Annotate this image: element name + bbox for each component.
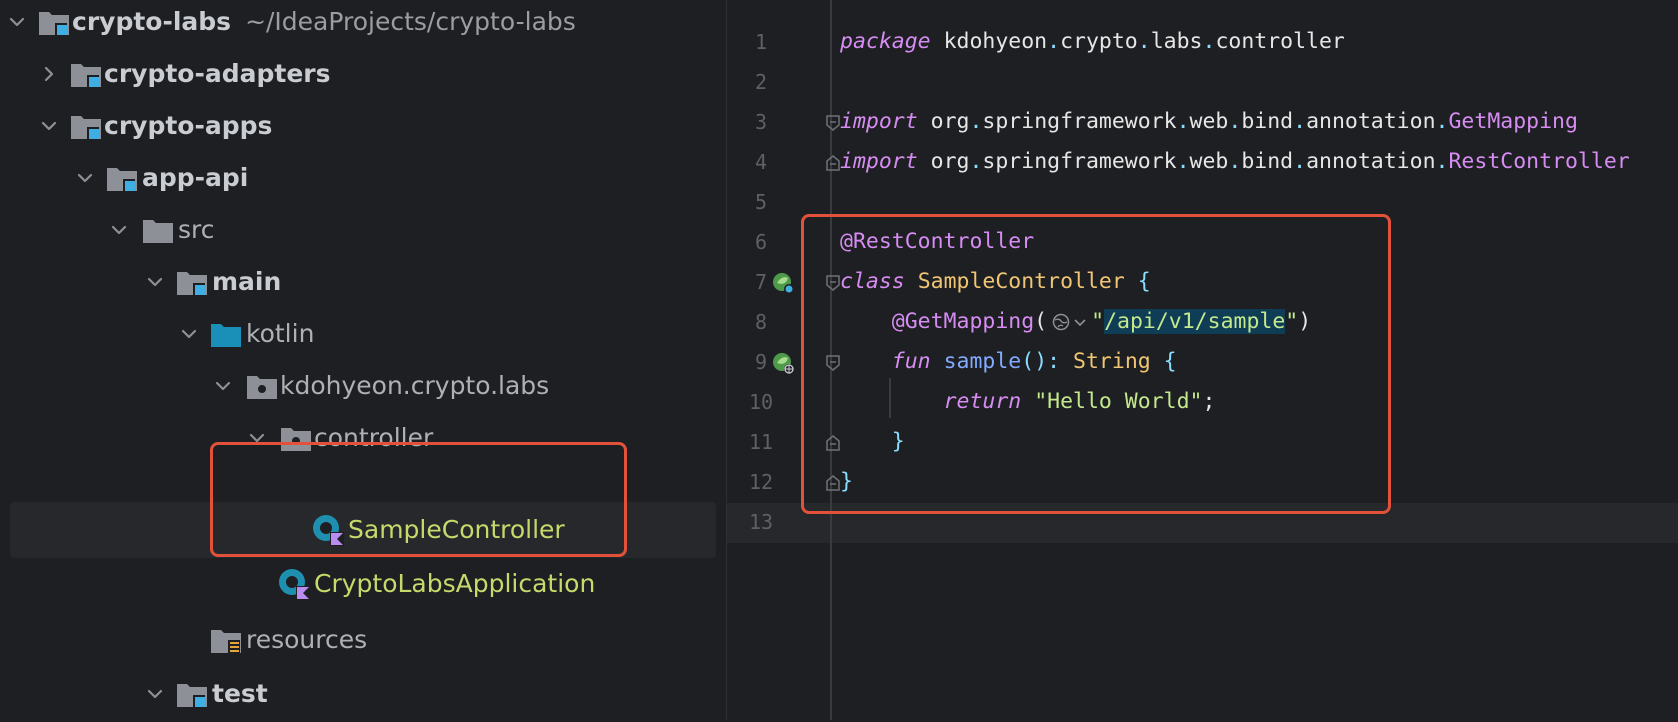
tree-label: src [178, 215, 215, 244]
chevron-down-icon[interactable] [74, 167, 96, 189]
line-number: 11 [748, 430, 774, 454]
chevron-down-icon[interactable] [108, 219, 130, 241]
import-class: RestController [1448, 149, 1630, 174]
fold-open-icon[interactable] [825, 114, 841, 132]
line-number: 10 [748, 390, 774, 414]
module-folder-icon [68, 108, 104, 144]
tree-row-test[interactable]: test [0, 666, 726, 722]
project-tree-panel: crypto-labs ~/IdeaProjects/crypto-labs cr… [0, 0, 726, 720]
tree-label: resources [246, 625, 368, 654]
code-line-1[interactable]: package kdohyeon.crypto.labs.controller [840, 22, 1345, 62]
import-segment: org [930, 109, 970, 134]
module-folder-icon [68, 56, 104, 92]
import-segment: org [930, 149, 970, 174]
package-segment: crypto [1060, 29, 1138, 54]
line-number: 2 [754, 70, 768, 94]
line-number: 1 [754, 30, 768, 54]
tree-label: app-api [142, 163, 249, 192]
tree-label: main [212, 267, 282, 296]
import-class: GetMapping [1448, 109, 1578, 134]
tree-row-crypto-apps[interactable]: crypto-apps [0, 98, 726, 154]
chevron-down-icon[interactable] [212, 375, 234, 397]
import-segment: annotation [1306, 109, 1436, 134]
tree-row-crypto-adapters[interactable]: crypto-adapters [0, 46, 726, 102]
project-path: ~/IdeaProjects/crypto-labs [245, 7, 576, 36]
resources-folder-icon [208, 622, 244, 658]
module-folder-icon [36, 4, 72, 40]
import-segment: web [1189, 149, 1229, 174]
keyword: import [840, 109, 918, 134]
web-endpoint-gutter-icon[interactable] [771, 351, 795, 375]
tree-row-main[interactable]: main [0, 254, 726, 310]
code-highlight-box [801, 214, 1391, 514]
tree-row-package-root[interactable]: kdohyeon.crypto.labs [0, 358, 726, 414]
chevron-down-icon[interactable] [144, 683, 166, 705]
chevron-down-icon[interactable] [178, 323, 200, 345]
chevron-right-icon[interactable] [38, 63, 60, 85]
tree-row-crypto-labs[interactable]: crypto-labs ~/IdeaProjects/crypto-labs [0, 0, 726, 50]
line-number: 6 [754, 230, 768, 254]
tree-label: kdohyeon.crypto.labs [280, 371, 550, 400]
chevron-down-icon[interactable] [6, 11, 28, 33]
kotlin-class-icon [276, 566, 312, 602]
line-number: 8 [754, 310, 768, 334]
tree-label-root: crypto-labs ~/IdeaProjects/crypto-labs [72, 7, 576, 36]
tree-row-kotlin[interactable]: kotlin [0, 306, 726, 362]
code-editor[interactable]: 1 2 3 4 5 6 7 8 9 10 11 12 13 package kd… [727, 0, 1678, 720]
chevron-down-icon[interactable] [38, 115, 60, 137]
keyword: import [840, 149, 918, 174]
import-segment: annotation [1306, 149, 1436, 174]
line-number: 5 [754, 190, 768, 214]
spring-bean-gutter-icon[interactable] [771, 271, 795, 295]
code-line-4[interactable]: import org.springframework.web.bind.anno… [840, 142, 1630, 182]
tree-row-app-api[interactable]: app-api [0, 150, 726, 206]
tree-row-resources[interactable]: resources [0, 612, 726, 668]
line-number: 13 [748, 510, 774, 534]
fold-close-icon[interactable] [825, 154, 841, 172]
tree-label: kotlin [246, 319, 315, 348]
source-root-icon [208, 316, 244, 352]
folder-icon [140, 212, 176, 248]
module-folder-icon [104, 160, 140, 196]
tree-label: test [212, 679, 268, 708]
import-segment: web [1189, 109, 1229, 134]
module-folder-icon [174, 676, 210, 712]
code-line-3[interactable]: import org.springframework.web.bind.anno… [840, 102, 1578, 142]
line-number: 3 [754, 110, 768, 134]
tree-highlight-box [210, 442, 627, 557]
package-segment: labs [1150, 29, 1203, 54]
import-segment: bind [1241, 109, 1294, 134]
module-folder-icon [174, 264, 210, 300]
import-segment: springframework [982, 109, 1177, 134]
tree-row-src[interactable]: src [0, 202, 726, 258]
import-segment: springframework [982, 149, 1177, 174]
tree-row-crypto-labs-application[interactable]: CryptoLabsApplication [0, 556, 726, 612]
tree-label: crypto-adapters [104, 59, 331, 88]
tree-label: CryptoLabsApplication [314, 569, 596, 598]
keyword: package [840, 29, 931, 54]
line-number: 4 [754, 150, 768, 174]
line-number: 12 [748, 470, 774, 494]
package-segment: kdohyeon [943, 29, 1048, 54]
chevron-down-icon[interactable] [144, 271, 166, 293]
package-icon [244, 368, 280, 404]
package-segment: controller [1215, 29, 1345, 54]
import-segment: bind [1241, 149, 1294, 174]
tree-label: crypto-apps [104, 111, 273, 140]
